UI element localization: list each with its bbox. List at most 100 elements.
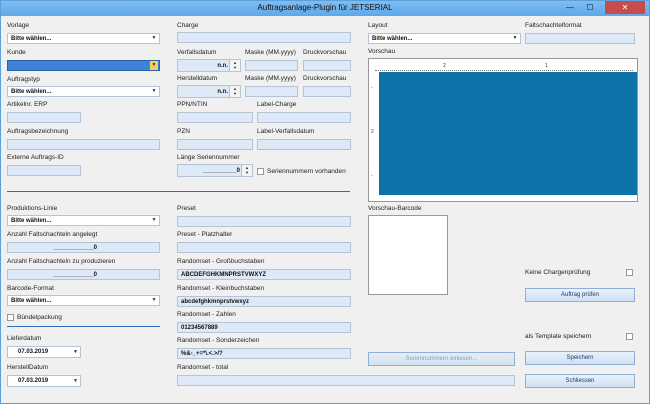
ruler-mark: 1 [545, 63, 548, 69]
label-verfall-input[interactable] [257, 139, 351, 150]
vorschau-barcode-label: Vorschau-Barcode [368, 205, 422, 212]
platzhalter-label: Preset - Platzhalter [177, 231, 233, 238]
produktionslinie-select[interactable]: Bitte wählen... ▼ [7, 215, 160, 226]
anzahl-angelegt-input[interactable]: ____________0 [7, 242, 160, 253]
spin-arrows-icon[interactable]: ▲ ▼ [229, 60, 240, 71]
chevron-down-icon: ▼ [151, 88, 157, 94]
herstelldatum-col1-label: HerstellDatum [7, 364, 49, 371]
druckvorschau-herstell-label: Druckvorschau [303, 75, 347, 82]
maske-verfall-label: Maske (MM.yyyy) [245, 49, 296, 56]
auftragstyp-label: Auftragstyp [7, 76, 40, 83]
verfallsdatum-value: n.n. [217, 63, 228, 69]
maximize-button[interactable]: ☐ [581, 1, 599, 14]
ppn-input[interactable] [177, 112, 253, 123]
verfallsdatum-label: Verfallsdatum [177, 49, 217, 56]
grossbuchstaben-label: Randomset - Großbuchstaben [177, 258, 265, 265]
seriennummern-vorhanden-checkbox[interactable] [257, 168, 264, 175]
label-charge-label: Label-Charge [257, 101, 297, 108]
charge-input[interactable] [177, 32, 351, 43]
herstelldatum-value: 07.03.2019 [18, 378, 49, 384]
kunde-label: Kunde [7, 49, 26, 56]
layout-label: Layout [368, 22, 388, 29]
anzahl-angelegt-label: Anzahl Faltschachteln angelegt [7, 231, 98, 238]
ppn-label: PPN/NTIN [177, 101, 208, 108]
schliessen-button[interactable]: Schliessen [525, 374, 635, 388]
section-divider-small [7, 326, 160, 327]
barcode-format-select[interactable]: Bitte wählen... ▼ [7, 295, 160, 306]
laenge-seriennummer-label: Länge Seriennummer [177, 154, 240, 161]
chevron-down-icon: ▼ [151, 217, 157, 223]
externe-id-input[interactable] [7, 165, 81, 176]
maske-herstell-label: Maske (MM.yyyy) [245, 75, 296, 82]
keine-chargenpruefung-label: Keine Chargenprüfung [525, 269, 591, 276]
close-button[interactable]: ✕ [605, 1, 645, 14]
herstelldatum-spin-value: n.n. [217, 89, 228, 95]
chevron-down-icon: ▼ [73, 378, 78, 384]
preview-canvas [379, 72, 637, 195]
buendelpackung-label: Bündelpackung [17, 314, 62, 321]
charge-label: Charge [177, 22, 199, 29]
vorlage-select[interactable]: Bitte wählen... ▼ [7, 33, 160, 44]
label-verfall-label: Label-Verfallsdatum [257, 128, 315, 135]
auftragstyp-select[interactable]: Bitte wählen... ▼ [7, 86, 160, 97]
externe-id-label: Externe Auftrags-ID [7, 154, 64, 161]
total-label: Randomset - total [177, 364, 229, 371]
zahlen-input[interactable]: 01234567889 [177, 322, 351, 333]
vorlage-select-value: Bitte wählen... [11, 36, 52, 42]
verfallsdatum-spinner[interactable]: n.n. ▲ ▼ [177, 59, 241, 72]
platzhalter-input[interactable] [177, 242, 351, 253]
kleinbuchstaben-input[interactable]: abcdefghkmnprstvwxyz [177, 296, 351, 307]
seriennummern-einlesen-button[interactable]: Seriennummern einlesen... [368, 352, 515, 366]
herstelldatum-spinner[interactable]: n.n. ▲ ▼ [177, 85, 241, 98]
spin-arrows-icon[interactable]: ▲ ▼ [241, 165, 252, 176]
pzn-input[interactable] [177, 139, 253, 150]
auftrag-pruefen-button[interactable]: Auftrag prüfen [525, 288, 635, 302]
ruler-mark: - [371, 85, 373, 91]
pzn-label: PZN [177, 128, 190, 135]
speichern-button[interactable]: Speichern [525, 351, 635, 365]
lieferdatum-picker[interactable]: 07.03.2019 ▼ [7, 346, 81, 358]
layout-select-value: Bitte wählen... [372, 36, 413, 42]
horizontal-ruler: 2 1 [375, 63, 633, 71]
herstelldatum-picker[interactable]: 07.03.2019 ▼ [7, 375, 81, 387]
faltschachtelformat-input[interactable] [525, 33, 635, 44]
chevron-down-icon: ▼ [151, 297, 157, 303]
barcode-format-select-value: Bitte wählen... [11, 298, 52, 304]
total-input[interactable] [177, 375, 515, 386]
faltschachtelformat-label: Faltschachtelformat [525, 22, 582, 29]
grossbuchstaben-input[interactable]: ABCDEFGHKMNPRSTVWXYZ [177, 269, 351, 280]
sonderzeichen-label: Randomset - Sonderzeichen [177, 337, 260, 344]
maske-herstell-input[interactable] [245, 86, 298, 97]
label-charge-input[interactable] [257, 112, 351, 123]
chevron-down-icon: ▼ [512, 35, 518, 41]
window-title: Auftragsanlage-Plugin für JETSERIAL [257, 3, 393, 12]
laenge-seriennummer-spinner[interactable]: __________0 ▲ ▼ [177, 164, 253, 177]
kleinbuchstaben-label: Randomset - Kleinbuchstaben [177, 285, 265, 292]
minimize-button[interactable]: — [561, 1, 579, 14]
layout-select[interactable]: Bitte wählen... ▼ [368, 33, 521, 44]
laenge-seriennummer-value: __________0 [203, 168, 240, 174]
artikelnr-input[interactable] [7, 112, 81, 123]
keine-chargenpruefung-checkbox[interactable] [626, 269, 633, 276]
maske-verfall-input[interactable] [245, 60, 298, 71]
ruler-mark: 2 [371, 129, 374, 135]
vorschau-barcode-panel [368, 215, 448, 295]
vorschau-panel: 2 1 - 2 - [368, 58, 638, 202]
vorlage-label: Vorlage [7, 22, 30, 29]
vorschau-label: Vorschau [368, 48, 396, 55]
produktionslinie-select-value: Bitte wählen... [11, 218, 52, 224]
auftragsbezeichnung-input[interactable] [7, 139, 160, 150]
buendelpackung-checkbox[interactable] [7, 314, 14, 321]
sonderzeichen-input[interactable]: %&-_+=*\.<.>/? [177, 348, 351, 359]
seriennummern-vorhanden-label: Seriennummern vorhanden [267, 168, 346, 175]
spin-arrows-icon[interactable]: ▲ ▼ [229, 86, 240, 97]
preset-input[interactable] [177, 216, 351, 227]
auftragsbezeichnung-label: Auftragsbezeichnung [7, 128, 69, 135]
ruler-mark: 2 [443, 63, 446, 69]
chevron-down-icon: ▼ [149, 61, 158, 70]
druckvorschau-verfall-label: Druckvorschau [303, 49, 347, 56]
druckvorschau-herstell-input [303, 86, 351, 97]
template-speichern-checkbox[interactable] [626, 333, 633, 340]
anzahl-zu-input[interactable]: ____________0 [7, 269, 160, 280]
kunde-select[interactable]: ▼ [7, 60, 160, 71]
